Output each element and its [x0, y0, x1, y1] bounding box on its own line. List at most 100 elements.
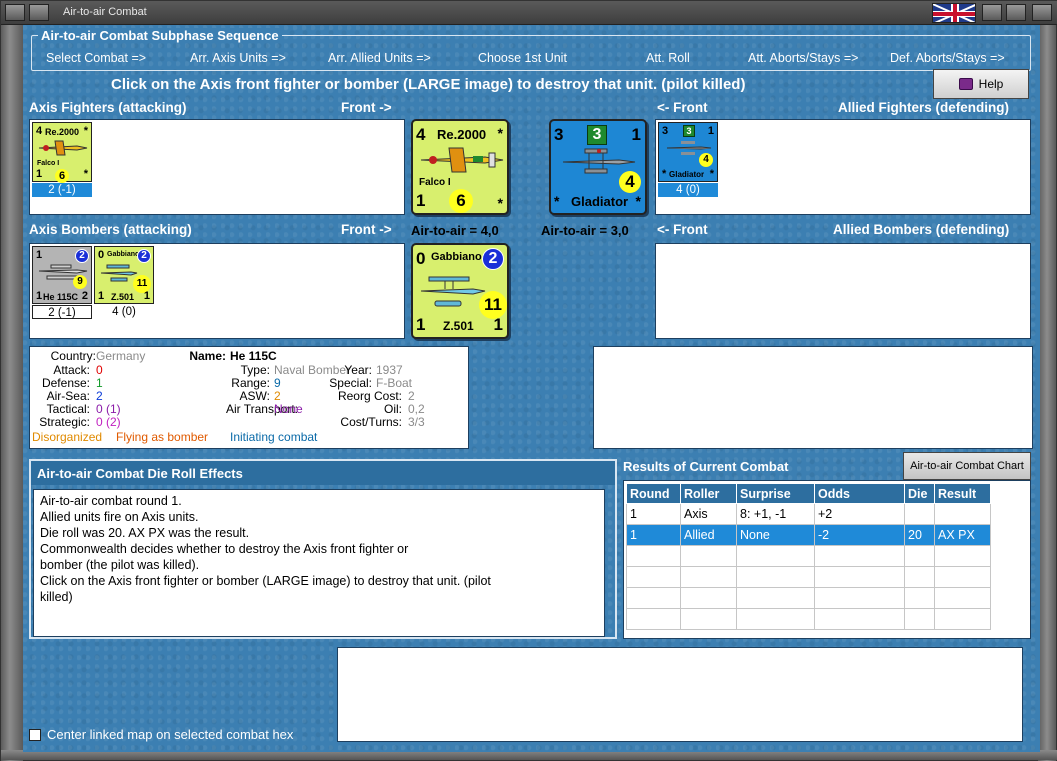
center-map-label: Center linked map on selected combat hex [47, 727, 294, 742]
counter-subname: Gabbiano [107, 251, 140, 258]
results-title: Results of Current Combat [623, 459, 789, 474]
phase-select-combat: Select Combat => [46, 51, 147, 65]
front-bomber-value: 1 [493, 315, 503, 334]
allied-fighter-counter[interactable]: 3 3 1 4 * Gladiator * [658, 122, 718, 182]
cell-round: 1 [626, 503, 681, 525]
results-table-container: Round Roller Surprise Odds Die Result 1 … [623, 480, 1031, 639]
special-value: F-Boat [376, 376, 413, 390]
front-allied-square: 3 [587, 125, 607, 145]
counter-attack: 3 [662, 125, 669, 137]
table-row-empty [626, 545, 991, 567]
phase-arr-axis-units: Arr. Axis Units => [190, 51, 286, 65]
counter-attack: 1 [36, 249, 43, 261]
counter-star-bottom: * [83, 168, 88, 180]
col-odds[interactable]: Odds [814, 483, 905, 504]
airsea-value: 2 [96, 389, 103, 403]
axis-fighter-counter[interactable]: 4 Re.2000 * Falco I 1 6 * [32, 122, 92, 183]
subphase-sequence: Air-to-air Combat Subphase Sequence Sele… [31, 28, 1031, 71]
minimize-button[interactable] [982, 4, 1002, 21]
help-button[interactable]: Help [933, 69, 1029, 99]
col-surprise[interactable]: Surprise [736, 483, 815, 504]
counter-name: Re.2000 [45, 127, 80, 137]
front-fighter-name: Re.2000 [437, 127, 487, 142]
system-menu-button[interactable] [5, 4, 25, 21]
front-fighter-attack: 4 [416, 125, 426, 144]
close-button[interactable] [1032, 4, 1052, 21]
front-fighter-star-bottom: * [497, 195, 503, 211]
counter-defense: 9 [73, 275, 87, 289]
help-book-icon [958, 78, 973, 90]
oil-value: 0,2 [408, 402, 425, 416]
axis-bomber-value-1: 2 (-1) [32, 305, 92, 319]
type-label: Type: [240, 363, 270, 377]
die-roll-line: bomber (the pilot was killed). [40, 558, 200, 572]
center-map-checkbox[interactable] [29, 729, 41, 741]
uk-flag-icon [932, 3, 976, 23]
front-bomber-name: Gabbiano [431, 251, 482, 263]
table-row[interactable]: 1 Axis 8: +1, -1 +2 [626, 503, 991, 525]
front-allied-range: 1 [631, 125, 641, 144]
unit-info-panel: Country: Germany Attack: 0 Defense: 1 Ai… [29, 346, 469, 449]
counter-name: He 115C [43, 292, 79, 302]
cell-odds: -2 [814, 524, 905, 546]
table-row-selected[interactable]: 1 Allied None -2 20 AX PX [626, 524, 991, 546]
die-roll-line: Click on the Axis front fighter or bombe… [40, 574, 491, 588]
col-result[interactable]: Result [934, 483, 991, 504]
axis-fighter-value: 2 (-1) [32, 183, 92, 197]
front-axis-bomber-counter[interactable]: 0 Gabbiano 2 11 1 Z.501 1 [411, 243, 509, 339]
front-allied-fighter-counter[interactable]: 3 3 1 4 * Gladiator * [549, 119, 647, 215]
counter-attack: 0 [98, 249, 105, 261]
axis-bomber-counter-z501[interactable]: 0 Gabbiano 2 11 1 Z.501 1 [94, 246, 154, 304]
counter-range: 1 [36, 168, 43, 180]
front-allied-star: * [554, 193, 560, 209]
front-fighter-plane-icon [420, 147, 504, 173]
front-allied-attack: 3 [554, 125, 564, 144]
attack-label: Attack: [53, 363, 90, 377]
counter-range: 1 [36, 290, 43, 302]
cell-roller: Allied [680, 524, 737, 546]
die-roll-title: Air-to-air Combat Die Roll Effects [31, 461, 615, 485]
allied-bombers-box [655, 243, 1031, 339]
type-value: Naval Bomber [274, 363, 351, 377]
col-round[interactable]: Round [626, 483, 681, 504]
front-fighter-star: * [497, 125, 503, 141]
strategic-label: Strategic: [39, 415, 90, 429]
country-label: Country: [50, 349, 96, 363]
maximize-button[interactable] [1006, 4, 1026, 21]
reorg-label: Reorg Cost: [337, 389, 402, 403]
die-roll-effects-panel: Air-to-air Combat Die Roll Effects Air-t… [29, 459, 617, 639]
allied-fighters-box: 3 3 1 4 * Gladiator * 4 (0) [655, 119, 1031, 215]
window-menu-button[interactable] [29, 4, 49, 21]
front-seaplane-icon [420, 276, 486, 307]
allied-bomber-front-label: <- Front [657, 222, 708, 237]
asw-value: 2 [274, 389, 281, 403]
front-bomber-attack: 0 [416, 249, 426, 268]
center-map-option[interactable]: Center linked map on selected combat hex [29, 727, 293, 742]
counter-star-bottom: * [709, 168, 714, 180]
axis-fighters-label: Axis Fighters (attacking) [29, 100, 187, 115]
col-die[interactable]: Die [904, 483, 935, 504]
die-roll-line: Commonwealth decides whether to destroy … [40, 542, 409, 556]
counter-subname: Falco I [37, 160, 60, 167]
axis-bombers-label: Axis Bombers (attacking) [29, 222, 192, 237]
front-bomber-subname: Z.501 [443, 319, 474, 333]
message-box [337, 647, 1023, 742]
col-roller[interactable]: Roller [680, 483, 737, 504]
airsea-label: Air-Sea: [46, 389, 90, 403]
table-row-empty [626, 608, 991, 630]
die-roll-line: Allied units fire on Axis units. [40, 510, 199, 524]
front-fighter-range: 1 [416, 191, 426, 210]
axis-bomber-counter-he115[interactable]: 1 2 9 1 He 115C 2 [32, 246, 92, 304]
status-disorganized: Disorganized [32, 430, 103, 444]
name-value: He 115C [230, 349, 277, 363]
cell-round: 1 [626, 524, 681, 546]
front-fighter-subname: Falco I [419, 177, 451, 188]
cell-roller: Axis [680, 503, 737, 525]
phase-choose-first-unit: Choose 1st Unit [478, 51, 567, 65]
phase-def-aborts: Def. Aborts/Stays => [890, 51, 1005, 65]
front-axis-fighter-counter[interactable]: 4 Re.2000 * Falco I 1 6 * [411, 119, 509, 215]
name-label: Name: [189, 349, 226, 363]
counter-defense: 4 [699, 153, 713, 167]
air-to-air-chart-button[interactable]: Air-to-air Combat Chart [903, 452, 1031, 480]
results-table: Round Roller Surprise Odds Die Result 1 … [626, 483, 991, 630]
